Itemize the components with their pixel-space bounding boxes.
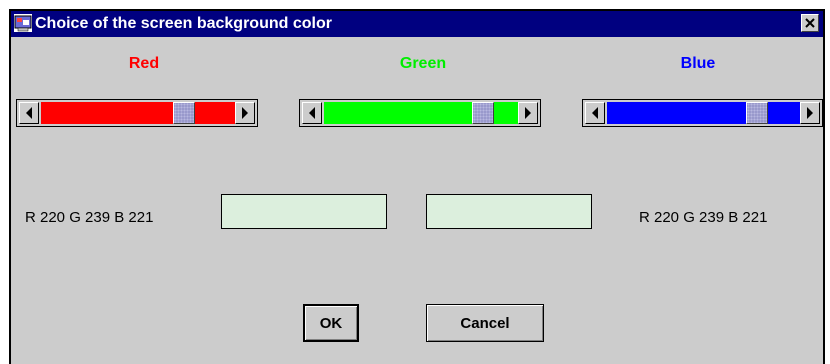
dialog-window: Choice of the screen background color Re… bbox=[9, 9, 825, 364]
right-rgb-readout: R 220 G 239 B 221 bbox=[639, 209, 768, 226]
app-icon bbox=[14, 14, 32, 32]
blue-track[interactable] bbox=[607, 102, 800, 124]
blue-scroll-left-button[interactable] bbox=[585, 102, 605, 124]
red-scroll-right-button[interactable] bbox=[235, 102, 255, 124]
arrow-left-icon bbox=[26, 107, 32, 119]
blue-scrollbar[interactable] bbox=[582, 99, 823, 127]
left-rgb-readout: R 220 G 239 B 221 bbox=[25, 209, 154, 226]
color-preview-right bbox=[426, 194, 592, 229]
green-scroll-right-button[interactable] bbox=[518, 102, 538, 124]
green-scrollbar[interactable] bbox=[299, 99, 541, 127]
red-scroll-left-button[interactable] bbox=[19, 102, 39, 124]
ok-button[interactable]: OK bbox=[303, 304, 359, 342]
blue-fill bbox=[607, 102, 800, 124]
green-label: Green bbox=[399, 55, 447, 72]
red-track[interactable] bbox=[41, 102, 235, 124]
close-icon bbox=[805, 18, 815, 28]
close-button[interactable] bbox=[801, 14, 819, 32]
green-track[interactable] bbox=[324, 102, 518, 124]
arrow-left-icon bbox=[592, 107, 598, 119]
cancel-button[interactable]: Cancel bbox=[426, 304, 544, 342]
red-label: Red bbox=[128, 55, 160, 72]
blue-label: Blue bbox=[680, 55, 716, 72]
arrow-left-icon bbox=[309, 107, 315, 119]
red-fill bbox=[41, 102, 235, 124]
blue-scroll-right-button[interactable] bbox=[800, 102, 820, 124]
red-thumb[interactable] bbox=[173, 102, 195, 124]
window-title: Choice of the screen background color bbox=[35, 15, 332, 32]
color-preview-left bbox=[221, 194, 387, 229]
arrow-right-icon bbox=[807, 107, 813, 119]
blue-thumb[interactable] bbox=[746, 102, 768, 124]
arrow-right-icon bbox=[242, 107, 248, 119]
green-thumb[interactable] bbox=[472, 102, 494, 124]
title-bar[interactable]: Choice of the screen background color bbox=[11, 11, 823, 37]
arrow-right-icon bbox=[525, 107, 531, 119]
red-scrollbar[interactable] bbox=[16, 99, 258, 127]
green-scroll-left-button[interactable] bbox=[302, 102, 322, 124]
